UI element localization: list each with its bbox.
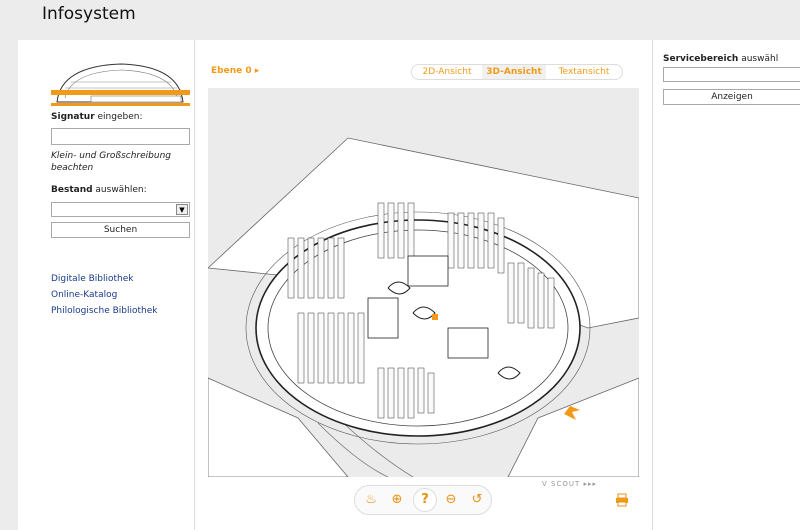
search-button[interactable]: Suchen: [51, 222, 190, 238]
zoom-out-icon[interactable]: ⊖: [443, 492, 459, 508]
building-logo: [51, 58, 190, 106]
walk-icon[interactable]: ♨: [363, 492, 379, 508]
link-digitale-bibliothek[interactable]: Digitale Bibliothek: [51, 274, 133, 284]
app-title: Infosystem: [42, 4, 136, 24]
tab-2d[interactable]: 2D-Ansicht: [412, 65, 482, 79]
map-panel: Ebene 0 ▸ 2D-Ansicht 3D-Ansicht Textansi…: [196, 40, 652, 530]
chevron-right-icon: ▸: [254, 66, 260, 76]
link-online-katalog[interactable]: Online-Katalog: [51, 290, 117, 300]
left-panel: Signatur eingeben: Klein- und Großschrei…: [18, 40, 195, 530]
bestand-select[interactable]: ▼: [51, 202, 190, 217]
page: Signatur eingeben: Klein- und Großschrei…: [18, 40, 800, 530]
view-tabs: 2D-Ansicht 3D-Ansicht Textansicht: [411, 64, 623, 80]
help-pan-icon[interactable]: ?: [413, 488, 437, 512]
service-label: Servicebereich auswähl: [663, 54, 779, 64]
print-icon[interactable]: [615, 492, 629, 507]
scout-label: V SCOUT ▸▸▸: [542, 480, 598, 488]
signatur-label: Signatur eingeben:: [51, 112, 143, 122]
bestand-label: Bestand auswählen:: [51, 185, 147, 195]
rotate-icon[interactable]: ↺: [469, 492, 485, 508]
link-philologische-bibliothek[interactable]: Philologische Bibliothek: [51, 306, 157, 316]
tab-text[interactable]: Textansicht: [546, 65, 622, 79]
level-selector[interactable]: Ebene 0 ▸: [211, 66, 259, 76]
zoom-in-icon[interactable]: ⊕: [389, 492, 405, 508]
map-toolbar: ♨ ⊕ ? ⊖ ↺: [354, 485, 492, 515]
show-button[interactable]: Anzeigen: [663, 89, 800, 105]
service-select[interactable]: [663, 67, 800, 82]
tab-3d[interactable]: 3D-Ansicht: [482, 65, 546, 79]
right-panel: Servicebereich auswähl Anzeigen: [652, 40, 800, 530]
signatur-input[interactable]: [51, 128, 190, 145]
map-view[interactable]: [208, 88, 639, 477]
chevron-down-icon[interactable]: ▼: [176, 204, 188, 215]
case-hint: Klein- und Großschreibung beachten: [51, 151, 171, 173]
